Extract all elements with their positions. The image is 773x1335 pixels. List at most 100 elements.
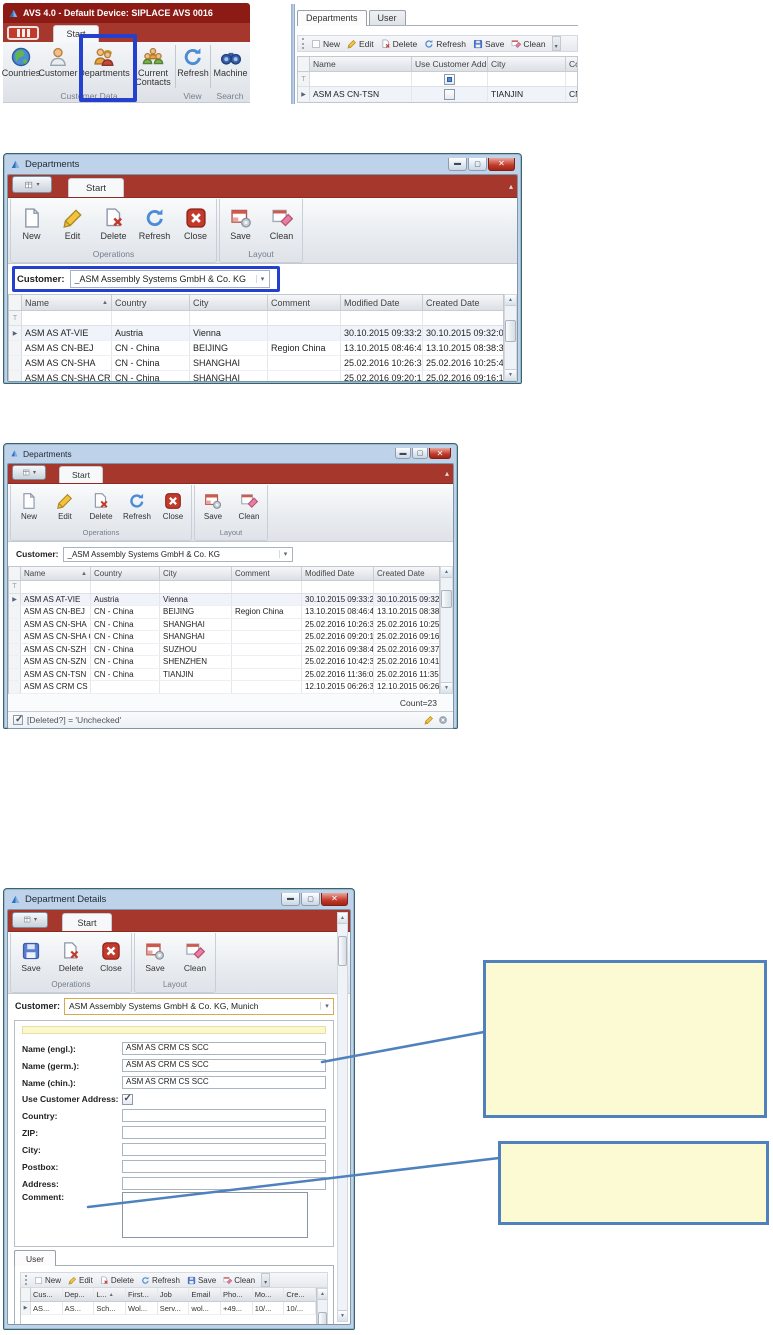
grid-header-row[interactable]: Name Country City Comment Modified Date … (9, 567, 439, 581)
customer-combobox[interactable]: _ASM Assembly Systems GmbH & Co. KG ▾ (62, 546, 293, 562)
name-engl-field[interactable]: ASM AS CRM CS SCC (122, 1042, 326, 1055)
scroll-down-icon[interactable]: ▼ (338, 1310, 347, 1321)
edit-filter-pencil-icon[interactable] (424, 715, 434, 725)
grid-header-row[interactable]: Name Use Customer Add... City Co (298, 57, 577, 72)
scroll-up-icon[interactable]: ▲ (505, 295, 516, 306)
vertical-scrollbar[interactable]: ▲ ▼ (317, 1288, 328, 1324)
minimize-button[interactable]: ▬ (448, 157, 467, 171)
close-button[interactable]: Close (91, 935, 131, 979)
toolbar-grip[interactable] (302, 38, 305, 49)
edit-button[interactable]: Edit (65, 1276, 96, 1285)
grid-header-row[interactable]: Cus...Dep...L...First...JobEmailPho...Mo… (21, 1288, 317, 1302)
current-contacts-button[interactable]: Current Contacts (131, 44, 175, 89)
vertical-scrollbar[interactable]: ▲ ▼ (504, 294, 517, 381)
user-column-header[interactable]: First... (126, 1288, 158, 1301)
clear-filter-icon[interactable] (438, 715, 448, 725)
customer-button[interactable]: Customer (39, 44, 78, 89)
scrollbar-thumb[interactable] (338, 936, 347, 966)
tab-start[interactable]: Start (59, 466, 103, 483)
close-button[interactable]: ✕ (429, 448, 451, 459)
grid-header-row[interactable]: Name Country City Comment Modified Date … (9, 295, 503, 311)
scroll-down-icon[interactable]: ▼ (441, 682, 452, 693)
customer-combobox[interactable]: ASM Assembly Systems GmbH & Co. KG, Muni… (64, 997, 334, 1015)
filter-checkbox[interactable] (444, 73, 455, 85)
collapse-ribbon-icon[interactable]: ▴ (445, 469, 449, 478)
clean-button[interactable]: Clean (508, 39, 548, 49)
name-chin-field[interactable]: ASM AS CRM CS SCC (122, 1076, 326, 1089)
close-button[interactable]: Close (175, 200, 216, 248)
window-scrollbar[interactable]: ▲ ▼ (337, 912, 348, 1322)
department-row[interactable]: ASM AS CN-SHA CN - China SHANGHAI 25.02.… (9, 618, 439, 631)
zip-field[interactable] (122, 1126, 326, 1139)
department-row[interactable]: ASM AS AT-VIE Austria Vienna 30.10.2015 … (9, 326, 503, 341)
comment-field[interactable] (122, 1192, 308, 1238)
use-customer-address-checkbox[interactable] (121, 1093, 133, 1105)
clean-layout-button[interactable]: Clean (175, 935, 215, 979)
use-customer-address-checkbox[interactable] (444, 88, 455, 100)
department-row[interactable]: ASM AS AT-VIE Austria Vienna 30.10.2015 … (9, 593, 439, 606)
address-field[interactable] (122, 1177, 326, 1190)
scrollbar-thumb[interactable] (505, 320, 516, 342)
tab-start[interactable]: Start (62, 913, 112, 931)
new-button[interactable]: New (31, 1276, 64, 1285)
clean-button[interactable]: Clean (220, 1276, 258, 1285)
scrollbar-thumb[interactable] (441, 590, 452, 608)
scroll-down-icon[interactable]: ▼ (505, 369, 516, 380)
scroll-up-icon[interactable]: ▲ (338, 913, 347, 924)
maximize-button[interactable]: ▢ (301, 892, 320, 906)
departments-button[interactable]: Departments (77, 44, 131, 89)
toolbar-grip[interactable] (25, 1275, 28, 1285)
new-button[interactable]: New (11, 200, 52, 248)
window-title-bar[interactable]: Department Details ▬ ▢ ✕ (7, 889, 351, 909)
refresh-button[interactable]: Refresh (138, 1275, 183, 1285)
filter-enabled-checkbox[interactable] (13, 714, 23, 725)
toolbar-overflow-button[interactable]: ▾ (261, 1273, 271, 1287)
save-button[interactable]: Save (470, 39, 507, 49)
close-button[interactable]: Close (155, 486, 191, 527)
user-column-header[interactable]: Cre... (284, 1288, 317, 1301)
countries-button[interactable]: Countries (2, 44, 40, 89)
department-row[interactable]: ASM AS CN-SHA CR CN - China SHANGHAI 25.… (9, 631, 439, 644)
department-row[interactable]: ASM AS CN-SZH CN - China SUZHOU 25.02.20… (9, 643, 439, 656)
department-row[interactable]: ASM AS CN-SZN CN - China SHENZHEN 25.02.… (9, 656, 439, 669)
tab-user[interactable]: User (14, 1250, 56, 1266)
clean-layout-button[interactable]: Clean (231, 486, 267, 527)
clean-layout-button[interactable]: Clean (261, 200, 302, 248)
edit-button[interactable]: Edit (344, 39, 377, 49)
user-column-header[interactable]: Cus... (31, 1288, 63, 1301)
save-layout-button[interactable]: Save (135, 935, 175, 979)
scrollbar-thumb[interactable] (318, 1312, 327, 1324)
edit-button[interactable]: Edit (47, 486, 83, 527)
save-layout-button[interactable]: Save (195, 486, 231, 527)
machine-button[interactable]: Machine (211, 44, 250, 89)
user-column-header[interactable]: Pho... (221, 1288, 253, 1301)
name-germ-field[interactable]: ASM AS CRM CS SCC (122, 1059, 326, 1072)
new-button[interactable]: New (11, 486, 47, 527)
minimize-button[interactable]: ▬ (395, 448, 411, 459)
user-column-header[interactable]: Mo... (253, 1288, 285, 1301)
scroll-up-icon[interactable]: ▲ (318, 1289, 327, 1300)
department-row[interactable]: ASM AS CN-SHA CR CN - China SHANGHAI 25.… (9, 371, 503, 381)
department-row[interactable]: ASM AS CN-SHA CN - China SHANGHAI 25.02.… (9, 356, 503, 371)
close-button[interactable]: ✕ (488, 157, 515, 171)
user-column-header[interactable]: Dep... (63, 1288, 95, 1301)
postbox-field[interactable] (122, 1160, 326, 1173)
user-column-header[interactable]: Job (158, 1288, 190, 1301)
app-menu-icon[interactable] (7, 25, 39, 40)
tab-user[interactable]: User (368, 10, 406, 25)
delete-button[interactable]: Delete (93, 200, 134, 248)
filter-row[interactable]: T (298, 72, 577, 87)
user-column-header[interactable]: L... (94, 1288, 127, 1301)
refresh-button[interactable]: Refresh (176, 44, 210, 89)
maximize-button[interactable]: ▢ (412, 448, 428, 459)
scroll-up-icon[interactable]: ▲ (441, 567, 452, 578)
user-column-header[interactable]: Email (189, 1288, 222, 1301)
department-row[interactable]: ASM AS CN-BEJ CN - China BEIJING Region … (9, 606, 439, 619)
department-row[interactable]: ASM AS CRM CS PM... 12.10.2015 06:26:38 … (9, 681, 439, 694)
minimize-button[interactable]: ▬ (281, 892, 300, 906)
save-button[interactable]: Save (184, 1276, 219, 1285)
delete-button[interactable]: Delete (83, 486, 119, 527)
app-menu-button[interactable]: ▾ (12, 465, 46, 480)
tab-start[interactable]: Start (53, 25, 99, 42)
refresh-button[interactable]: Refresh (119, 486, 155, 527)
